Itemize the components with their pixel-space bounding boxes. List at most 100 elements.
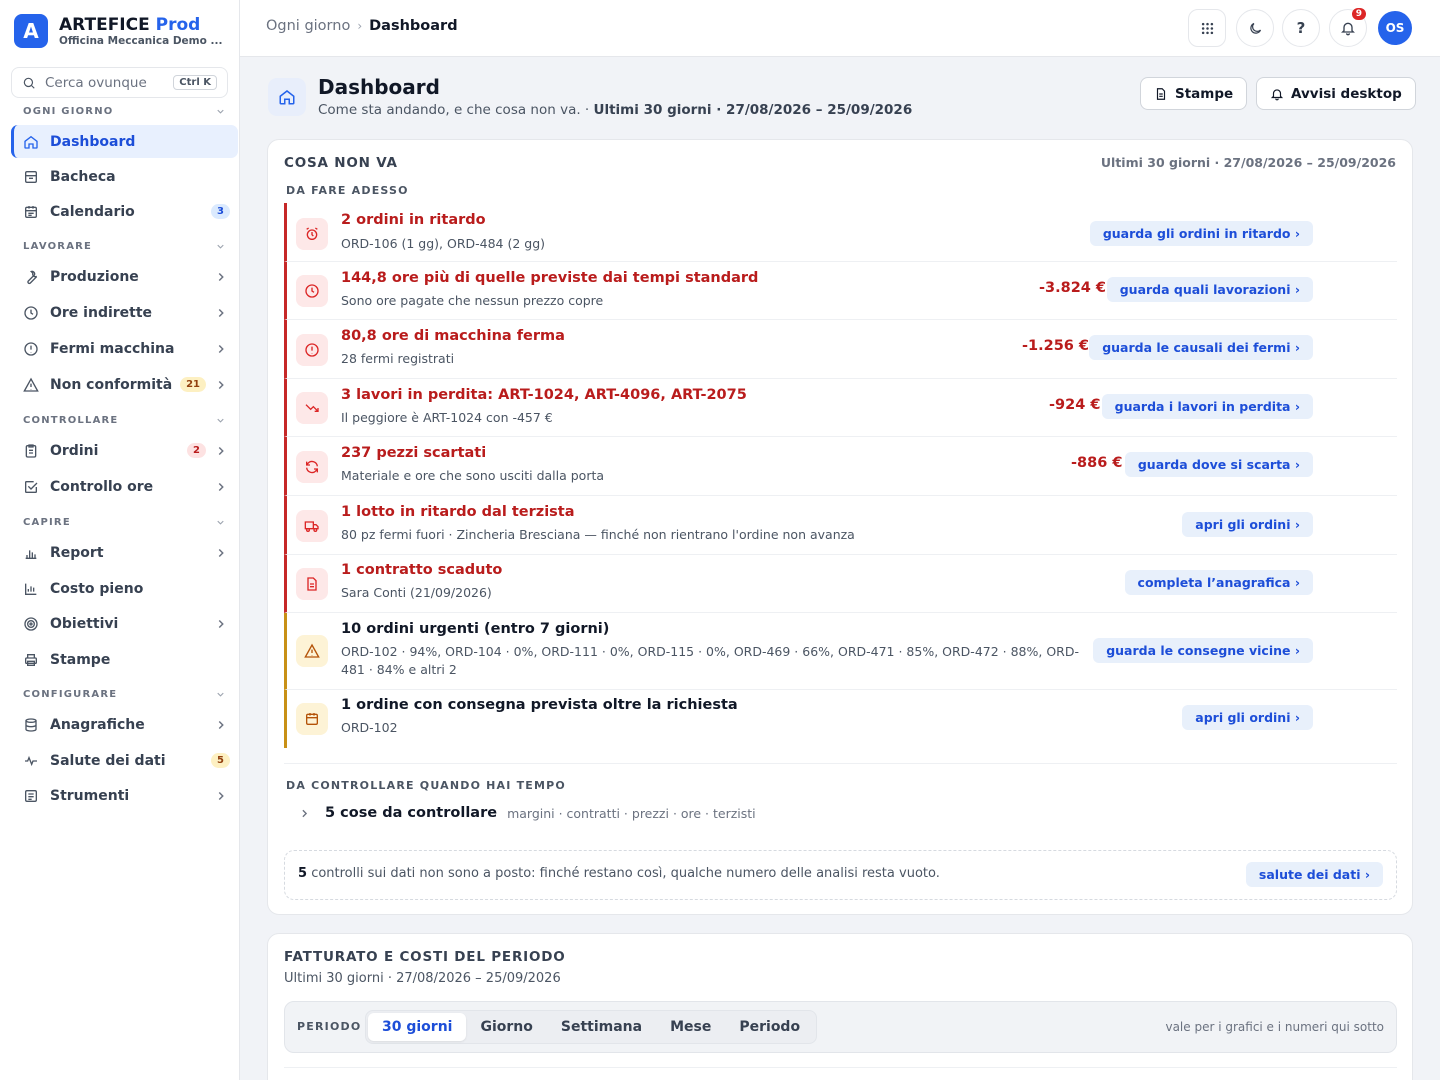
sidebar-item-produzione[interactable]: Produzione	[11, 260, 238, 293]
avatar[interactable]: OS	[1378, 11, 1412, 45]
sidebar-item-fermi-macchina[interactable]: Fermi macchina	[11, 332, 238, 365]
later-checks-title: 5 cose da controllare	[325, 805, 498, 821]
issue-row: 10 ordini urgenti (entro 7 giorni) ORD-1…	[284, 613, 1397, 690]
chevron-right-icon	[218, 791, 224, 800]
sidebar-item-label: Ordini	[50, 442, 99, 459]
print-button[interactable]: Stampe	[1140, 77, 1248, 110]
calendar-icon	[25, 205, 37, 218]
grid-icon	[1201, 22, 1213, 34]
apps-button[interactable]	[1188, 9, 1226, 47]
sidebar-item-controllo-ore[interactable]: Controllo ore	[11, 470, 238, 503]
sidebar-item-label: Fermi macchina	[50, 340, 175, 357]
moon-icon	[1249, 22, 1261, 34]
period-selector-bar: PERIODO 30 giorni Giorno Settimana Mese …	[284, 1001, 1397, 1053]
breadcrumb-parent[interactable]: Ogni giorno	[266, 18, 350, 34]
sidebar-item-label: Stampe	[50, 651, 111, 668]
printer-icon	[25, 653, 37, 666]
count-badge: 3	[211, 204, 230, 219]
bell-icon	[1341, 22, 1355, 36]
count-badge: 21	[180, 377, 206, 392]
issue-action-button[interactable]: apri gli ordini ›	[1182, 512, 1313, 537]
issue-amount: -3.824 €	[1039, 280, 1107, 296]
sidebar-item-bacheca[interactable]: Bacheca	[11, 160, 238, 193]
desktop-alerts-button[interactable]: Avvisi desktop	[1256, 77, 1416, 110]
issue-row: 1 ordine con consegna prevista oltre la …	[284, 690, 1397, 748]
period-option-30-giorni[interactable]: 30 giorni	[368, 1013, 467, 1041]
issue-description: 28 fermi registrati	[341, 351, 455, 366]
issue-action-button[interactable]: guarda le consegne vicine ›	[1093, 638, 1313, 663]
sidebar-item-stampe[interactable]: Stampe	[11, 643, 238, 676]
chevron-right-icon	[218, 619, 224, 628]
section-configurare[interactable]: CONFIGURARE	[23, 689, 226, 700]
sidebar-item-obiettivi[interactable]: Obiettivi	[11, 607, 238, 640]
sidebar-item-label: Non conformità	[50, 376, 173, 393]
chevron-right-icon	[218, 482, 224, 491]
home-icon	[279, 90, 295, 105]
dark-mode-button[interactable]	[1236, 9, 1274, 47]
issue-row: 80,8 ore di macchina ferma 28 fermi regi…	[284, 320, 1397, 379]
section-controllare[interactable]: CONTROLLARE	[23, 415, 226, 426]
refresh-icon	[296, 451, 328, 483]
section-ogni-giorno[interactable]: OGNI GIORNO	[23, 106, 226, 117]
issue-action-button[interactable]: guarda quali lavorazioni ›	[1106, 277, 1313, 302]
issue-action-button[interactable]: guarda gli ordini in ritardo ›	[1089, 221, 1313, 246]
brand[interactable]: A ARTEFICE Prod Officina Meccanica Demo …	[14, 14, 222, 48]
alert-circle-icon	[296, 334, 328, 366]
bell-icon	[1270, 88, 1284, 100]
sidebar-item-anagrafiche[interactable]: Anagrafiche	[11, 708, 238, 741]
sidebar-item-calendario[interactable]: Calendario 3	[11, 195, 238, 228]
issue-action-button[interactable]: guarda i lavori in perdita ›	[1101, 394, 1313, 419]
period-option-mese[interactable]: Mese	[656, 1013, 725, 1041]
help-button[interactable]: ?	[1282, 9, 1320, 47]
page-title: Dashboard	[318, 75, 440, 99]
sidebar-item-strumenti[interactable]: Strumenti	[11, 779, 238, 812]
data-health-button[interactable]: salute dei dati ›	[1245, 862, 1383, 887]
section-lavorare[interactable]: LAVORARE	[23, 241, 226, 252]
notifications-button[interactable]: 9	[1329, 8, 1367, 47]
sidebar-item-report[interactable]: Report	[11, 536, 238, 569]
sidebar-item-label: Controllo ore	[50, 478, 154, 495]
breadcrumb-current: Dashboard	[369, 18, 458, 34]
issue-action-button[interactable]: apri gli ordini ›	[1182, 705, 1313, 730]
chart-icon	[25, 583, 37, 595]
sidebar-item-non-conformita[interactable]: Non conformità 21	[11, 368, 238, 401]
issue-action-button[interactable]: guarda le causali dei fermi ›	[1089, 335, 1313, 360]
target-icon	[24, 616, 38, 631]
card-title: COSA NON VA	[284, 155, 398, 171]
sidebar-item-salute-dati[interactable]: Salute dei dati 5	[11, 744, 238, 777]
divider	[284, 763, 1397, 764]
search-input[interactable]: Cerca ovunque Ctrl K	[11, 67, 228, 98]
issue-title: 2 ordini in ritardo	[341, 212, 486, 228]
page-subtitle: Come sta andando, e che cosa non va. · U…	[318, 102, 913, 118]
sidebar-item-label: Dashboard	[50, 133, 136, 150]
sidebar-item-costo-pieno[interactable]: Costo pieno	[11, 572, 238, 605]
later-checks-toggle[interactable]: 5 cose da controllare margini · contratt…	[298, 805, 756, 821]
data-health-notice: 5 controlli sui dati non sono a posto: f…	[284, 850, 1397, 900]
sidebar-item-label: Produzione	[50, 268, 139, 285]
chevron-right-icon	[218, 344, 224, 353]
sidebar-item-label: Strumenti	[50, 787, 130, 804]
revenue-card: FATTURATO E COSTI DEL PERIODO Ultimi 30 …	[267, 933, 1413, 1080]
period-option-giorno[interactable]: Giorno	[466, 1013, 546, 1041]
calendar-icon	[296, 703, 328, 735]
issues-card: COSA NON VA Ultimi 30 giorni · 27/08/202…	[267, 139, 1413, 915]
period-option-settimana[interactable]: Settimana	[547, 1013, 656, 1041]
sidebar-item-ore-indirette[interactable]: Ore indirette	[11, 296, 238, 329]
sidebar-item-dashboard[interactable]: Dashboard	[11, 125, 238, 158]
bar-chart-icon	[25, 549, 37, 559]
home-icon	[24, 135, 38, 149]
database-icon	[25, 717, 37, 732]
issue-action-button[interactable]: completa l’anagrafica ›	[1124, 570, 1313, 595]
issue-title: 3 lavori in perdita: ART-1024, ART-4096,…	[341, 387, 747, 403]
trending-down-icon	[296, 392, 328, 424]
sidebar-item-label: Salute dei dati	[50, 752, 166, 769]
sidebar-item-ordini[interactable]: Ordini 2	[11, 434, 238, 467]
card-range: Ultimi 30 giorni · 27/08/2026 – 25/09/20…	[1100, 155, 1396, 170]
issue-title: 80,8 ore di macchina ferma	[341, 328, 565, 344]
issue-description: 80 pz fermi fuori · Zincheria Bresciana …	[341, 527, 855, 542]
period-option-periodo[interactable]: Periodo	[725, 1013, 814, 1041]
alert-circle-icon	[24, 341, 38, 356]
issue-row: 1 contratto scaduto Sara Conti (21/09/20…	[284, 555, 1397, 613]
section-capire[interactable]: CAPIRE	[23, 517, 226, 528]
issue-action-button[interactable]: guarda dove si scarta ›	[1124, 452, 1313, 477]
